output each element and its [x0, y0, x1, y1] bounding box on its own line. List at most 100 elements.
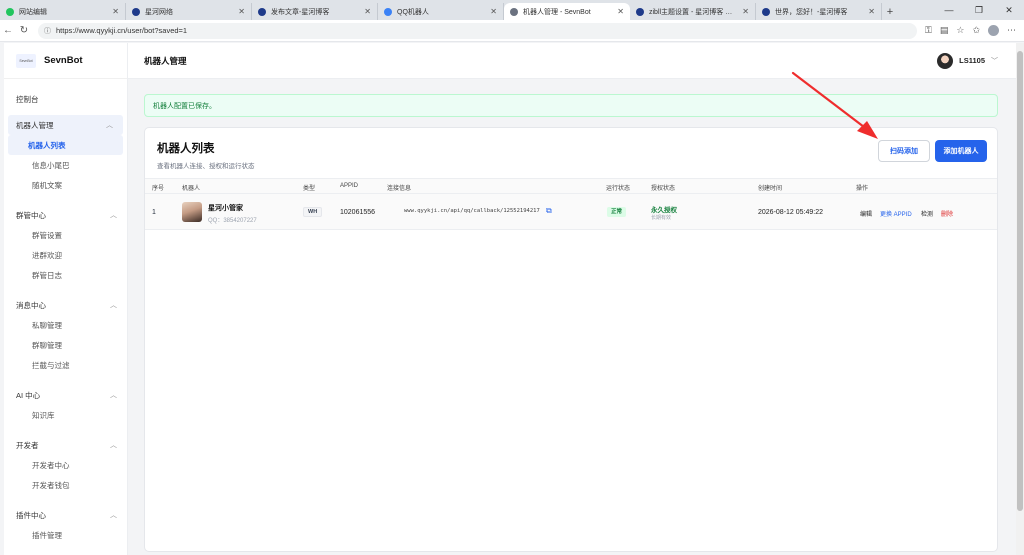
sidebar-item-message-tail[interactable]: 信息小尾巴	[8, 155, 123, 175]
bot-qq: QQ：3854207227	[208, 218, 257, 224]
bot-avatar	[182, 202, 202, 222]
tab-label: 星河网络	[145, 8, 173, 16]
site-favicon-icon	[636, 7, 644, 16]
delete-link[interactable]: 删除	[941, 209, 953, 218]
restore-icon[interactable]: ❐	[964, 5, 994, 16]
tab-label: QQ机器人	[397, 8, 429, 16]
browser-tab[interactable]: 星河网络 ✕	[126, 3, 252, 20]
auth-note: 长期有效	[651, 215, 672, 221]
change-appid-link[interactable]: 更换 APPID	[880, 209, 912, 218]
username: LS1105	[959, 56, 985, 65]
close-tab-icon[interactable]: ✕	[364, 7, 371, 16]
reader-icon[interactable]: ▤	[940, 25, 949, 36]
browser-tab[interactable]: 世界，您好！-星河博客 ✕	[756, 3, 882, 20]
group-label: 消息中心	[16, 300, 46, 310]
table-header: 序号 机器人 类型 APPID 连接信息 运行状态 授权状态 创建时间 操作	[145, 178, 997, 194]
minimize-icon[interactable]: —	[934, 5, 964, 15]
auth-status: 永久授权	[651, 207, 677, 214]
close-tab-icon[interactable]: ✕	[490, 7, 497, 16]
edit-link[interactable]: 编辑	[860, 209, 872, 218]
browser-tab[interactable]: 发布文章-星河博客 ✕	[252, 3, 378, 20]
brand[interactable]: SevnBot SevnBot	[4, 43, 127, 79]
address-bar-row: ← ↻ ⓘ https://www.qyykji.cn/user/bot?sav…	[0, 20, 1024, 42]
group-label: 群管中心	[16, 210, 46, 220]
browser-tab[interactable]: QQ机器人 ✕	[378, 3, 504, 20]
group-label: 机器人管理	[16, 120, 54, 130]
page-header: 机器人管理 LS1105 ﹀	[128, 43, 1016, 79]
tab-label: 机器人管理 - SevnBot	[523, 8, 591, 16]
browser-tab-bar: 网站编辑 ✕ 星河网络 ✕ 发布文章-星河博客 ✕ QQ机器人 ✕ 机器人管理 - Se…	[0, 0, 1024, 20]
sidebar-item-private-chat[interactable]: 私聊管理	[8, 315, 123, 335]
sidebar-item-plugin-management[interactable]: 插件管理	[8, 525, 123, 545]
sidebar-item-group-settings[interactable]: 群管设置	[8, 225, 123, 245]
sidebar-group-plugin-center[interactable]: 插件中心 ︿	[4, 505, 127, 525]
group-label: 插件中心	[16, 510, 46, 520]
favorites-icon[interactable]: ✩	[972, 25, 980, 36]
url-text: https://www.qyykji.cn/user/bot?saved=1	[56, 26, 188, 35]
browser-tab[interactable]: 网站编辑 ✕	[0, 3, 126, 20]
key-icon[interactable]: ⚿	[925, 25, 932, 36]
sidebar-item-random-copy[interactable]: 随机文案	[8, 175, 123, 195]
sidebar-item-bot-list[interactable]: 机器人列表	[8, 135, 123, 155]
row-index: 1	[152, 209, 156, 216]
close-tab-icon[interactable]: ✕	[238, 7, 245, 16]
table-row: 1 星河小管家 QQ：3854207227 WH 102061556 www.q…	[145, 194, 997, 230]
avatar	[937, 52, 954, 69]
sidebar-item-group-chat[interactable]: 群聊管理	[8, 335, 123, 355]
sidebar-item-join-welcome[interactable]: 进群欢迎	[8, 245, 123, 265]
sidebar-item-group-log[interactable]: 群管日志	[8, 265, 123, 285]
site-info-icon[interactable]: ⓘ	[44, 26, 51, 36]
close-tab-icon[interactable]: ✕	[742, 7, 749, 16]
sidebar-item-developer-center[interactable]: 开发者中心	[8, 455, 123, 475]
new-tab-icon[interactable]: +	[882, 3, 898, 20]
bot-list-panel: 机器人列表 查看机器人连接、授权和运行状态 扫码添加 添加机器人 序号 机器人 …	[144, 127, 998, 552]
scan-add-button[interactable]: 扫码添加	[878, 140, 930, 162]
user-menu[interactable]: LS1105 ﹀	[937, 52, 998, 69]
chevron-up-icon: ︿	[110, 302, 117, 309]
url-input[interactable]: ⓘ https://www.qyykji.cn/user/bot?saved=1	[38, 22, 917, 39]
col-auth-status: 授权状态	[651, 186, 676, 192]
browser-tab[interactable]: zibll主题设置 - 星河博客 — WordPr... ✕	[630, 3, 756, 20]
sidebar-item-knowledge-base[interactable]: 知识库	[8, 405, 123, 425]
sidebar-group-ai-center[interactable]: AI 中心 ︿	[4, 385, 127, 405]
chevron-up-icon: ︿	[106, 122, 113, 129]
col-bot: 机器人	[182, 186, 201, 192]
page-scrollbar[interactable]	[1016, 43, 1024, 555]
sidebar-group-message-center[interactable]: 消息中心 ︿	[4, 295, 127, 315]
sidebar: SevnBot SevnBot 控制台 机器人管理 ︿ 机器人列表 信息小尾巴 随…	[4, 43, 128, 555]
sidebar-item-developer-wallet[interactable]: 开发者钱包	[8, 475, 123, 495]
sidebar-item-filter[interactable]: 拦截与过滤	[8, 355, 123, 375]
close-tab-icon[interactable]: ✕	[112, 7, 119, 16]
chevron-up-icon: ︿	[110, 512, 117, 519]
sidebar-group-bot-management[interactable]: 机器人管理 ︿	[8, 115, 123, 135]
copy-icon[interactable]: ⧉	[546, 206, 552, 216]
add-bot-button[interactable]: 添加机器人	[935, 140, 987, 162]
star-icon[interactable]: ☆	[956, 25, 964, 36]
reload-icon[interactable]: ↻	[16, 25, 32, 36]
check-link[interactable]: 检测	[921, 209, 933, 218]
col-connection: 连接信息	[387, 186, 412, 192]
connection-url: www.qyykji.cn/api/qq/callback/1255219421…	[404, 208, 540, 214]
logo: SevnBot	[16, 53, 36, 68]
site-favicon-icon	[6, 7, 14, 16]
sidebar-group-developer[interactable]: 开发者 ︿	[4, 435, 127, 455]
close-window-icon[interactable]: ✕	[994, 5, 1024, 16]
scrollbar-thumb[interactable]	[1017, 51, 1023, 511]
bot-name: 星河小管家	[208, 205, 243, 212]
back-icon[interactable]: ←	[0, 25, 16, 36]
col-created: 创建时间	[758, 186, 783, 192]
close-tab-icon[interactable]: ✕	[617, 7, 624, 16]
col-appid: APPID	[340, 183, 359, 189]
sidebar-item-dashboard[interactable]: 控制台	[4, 89, 127, 109]
created-time: 2026-08-12 05:49:22	[758, 209, 823, 216]
col-index: 序号	[152, 186, 165, 192]
tab-label: 世界，您好！-星河博客	[775, 8, 848, 16]
sidebar-group-group-admin[interactable]: 群管中心 ︿	[4, 205, 127, 225]
close-tab-icon[interactable]: ✕	[868, 7, 875, 16]
tab-label: 网站编辑	[19, 8, 47, 16]
browser-tab-active[interactable]: 机器人管理 - SevnBot ✕	[504, 3, 630, 20]
more-icon[interactable]: ⋯	[1007, 25, 1016, 36]
profile-avatar[interactable]	[988, 25, 999, 36]
tab-label: 发布文章-星河博客	[271, 8, 330, 16]
brand-name: SevnBot	[44, 55, 83, 66]
